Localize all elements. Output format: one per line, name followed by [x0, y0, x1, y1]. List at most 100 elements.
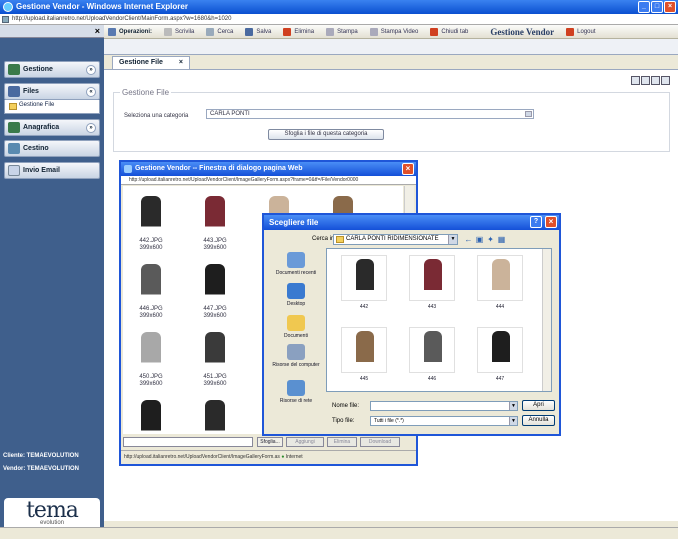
logout-icon: [566, 27, 575, 36]
toolbar-chiudi-tab-button[interactable]: Chiudi tab: [430, 27, 468, 36]
view-button[interactable]: [651, 76, 660, 85]
chevron-down-icon[interactable]: ▼: [509, 402, 517, 410]
up-folder-icon[interactable]: ▣: [475, 235, 484, 244]
chevron-icon[interactable]: »: [86, 123, 96, 133]
chevron-down-icon[interactable]: ▼: [509, 417, 517, 425]
chevron-down-icon[interactable]: [525, 111, 532, 117]
place-computer[interactable]: Risorse del computer: [268, 344, 324, 368]
view-button[interactable]: [641, 76, 650, 85]
operations-heading: Operazioni:: [108, 27, 152, 36]
browse-button[interactable]: Sfoglia...: [257, 437, 283, 447]
chevron-down-icon[interactable]: ▼: [448, 235, 457, 244]
filename-input[interactable]: ▼: [370, 401, 518, 411]
file-thumbnail[interactable]: [477, 327, 523, 373]
browse-category-button[interactable]: Sfoglia i file di questa categoria: [268, 129, 384, 140]
sidebar-close-icon[interactable]: ×: [95, 26, 100, 36]
garment-photo: [356, 331, 374, 371]
file-list-scrollbar[interactable]: [542, 249, 551, 391]
logout-button[interactable]: Logout: [566, 27, 596, 36]
web-dialog-close-button[interactable]: ×: [402, 163, 414, 175]
toolbar-stampa-button[interactable]: Stampa: [326, 27, 358, 36]
thumbnail-caption: 443.JPG 399x600: [203, 238, 227, 251]
filetype-select[interactable]: Tutti i file (*.*) ▼: [370, 416, 518, 426]
file-thumbnail[interactable]: [409, 255, 455, 301]
sidebar-item-label: Anagrafica: [23, 124, 60, 131]
sidebar-item-files[interactable]: Files «: [4, 83, 100, 100]
file-name: 446: [427, 376, 437, 382]
folder-icon: [336, 236, 344, 243]
thumbnail-caption: 447.JPG 399x600: [203, 306, 227, 319]
look-in-select[interactable]: CARLA PONTI RIDIMENSIONATE ▼: [333, 234, 458, 245]
tab-strip: [104, 39, 678, 55]
thumbnail-caption: 450.JPG 399x600: [139, 374, 163, 387]
file-dialog-title-bar: Scegliere file ? ×: [264, 215, 559, 230]
sidebar-item-gestione[interactable]: Gestione »: [4, 61, 100, 78]
file-dialog-close-button[interactable]: ×: [545, 216, 557, 228]
toolbar-salva-button[interactable]: Salva: [245, 27, 271, 36]
garment-photo: [141, 332, 161, 370]
place-documents[interactable]: Documenti: [268, 315, 324, 339]
gallery-thumbnail[interactable]: [133, 260, 169, 302]
toolbar-elimina-button[interactable]: Elimina: [283, 27, 314, 36]
file-thumbnail[interactable]: [477, 255, 523, 301]
file-chooser-dialog: Scegliere file ? × Cerca in: CARLA PONTI…: [262, 213, 561, 436]
back-icon[interactable]: ←: [464, 235, 473, 244]
minimize-button[interactable]: _: [638, 1, 650, 13]
garment-photo: [492, 259, 510, 299]
web-dialog-title-bar: Gestione Vendor -- Finestra di dialogo p…: [121, 162, 416, 176]
sidebar-item-anagrafica[interactable]: Anagrafica »: [4, 119, 100, 136]
folder-icon: [8, 86, 20, 97]
view-menu-icon[interactable]: ▦: [497, 235, 506, 244]
place-desktop[interactable]: Desktop: [268, 283, 324, 307]
recent-documents-icon: [287, 252, 305, 268]
search-icon: [206, 27, 215, 36]
gallery-thumbnail[interactable]: [197, 396, 233, 438]
chevron-icon[interactable]: »: [86, 65, 96, 75]
page-icon: [2, 16, 9, 23]
file-thumbnail[interactable]: [341, 327, 387, 373]
save-icon: [245, 27, 254, 36]
gallery-thumbnail[interactable]: [133, 192, 169, 234]
gallery-thumbnail[interactable]: [197, 192, 233, 234]
garment-photo: [424, 331, 442, 371]
tab-close-icon[interactable]: ×: [179, 57, 183, 69]
tab-gestione-file[interactable]: Gestione File ×: [112, 56, 190, 69]
toolbar-cerca-button[interactable]: Cerca: [206, 27, 233, 36]
toolbar-stampa-video-button[interactable]: Stampa Video: [369, 27, 418, 36]
view-buttons: [631, 76, 670, 85]
new-folder-icon[interactable]: ✦: [486, 235, 495, 244]
garment-photo: [424, 259, 442, 299]
view-button[interactable]: [661, 76, 670, 85]
gallery-actions: Sfoglia... Aggiungi Elimina Download: [123, 436, 415, 448]
file-name: 443: [427, 304, 437, 310]
view-button[interactable]: [631, 76, 640, 85]
add-button[interactable]: Aggiungi: [286, 437, 324, 447]
places-bar: Documenti recenti Desktop Documenti Riso…: [268, 248, 324, 404]
place-recent[interactable]: Documenti recenti: [268, 252, 324, 276]
sidebar-item-invio-email[interactable]: Invio Email: [4, 162, 100, 179]
file-thumbnail[interactable]: [341, 255, 387, 301]
gallery-thumbnail[interactable]: [197, 328, 233, 370]
sidebar-item-cestino[interactable]: Cestino: [4, 140, 100, 157]
sidebar-subitem-gestione-file[interactable]: Gestione File: [4, 100, 100, 114]
gallery-thumbnail[interactable]: [133, 328, 169, 370]
gallery-thumbnail[interactable]: [197, 260, 233, 302]
gallery-thumbnail[interactable]: [133, 396, 169, 438]
help-button[interactable]: ?: [530, 216, 542, 228]
maximize-button[interactable]: □: [651, 1, 663, 13]
remove-button[interactable]: Elimina: [327, 437, 357, 447]
upload-file-input[interactable]: [123, 437, 253, 447]
download-button[interactable]: Download: [360, 437, 400, 447]
vendor-label: Vendor: TEMAEVOLUTION: [3, 466, 80, 472]
category-select[interactable]: CARLA PONTI: [206, 109, 534, 119]
file-name: 442: [359, 304, 369, 310]
chevron-icon[interactable]: «: [86, 87, 96, 97]
network-icon: [287, 380, 305, 396]
address-bar[interactable]: http://upload.italianretro.net/UploadVen…: [0, 14, 678, 25]
close-button[interactable]: ×: [664, 1, 676, 13]
file-thumbnail[interactable]: [409, 327, 455, 373]
cancel-button[interactable]: Annulla: [522, 415, 555, 426]
toolbar-scrivila-button[interactable]: Scrivila: [164, 27, 194, 36]
open-button[interactable]: Apri: [522, 400, 555, 411]
place-network[interactable]: Risorse di rete: [268, 380, 324, 404]
